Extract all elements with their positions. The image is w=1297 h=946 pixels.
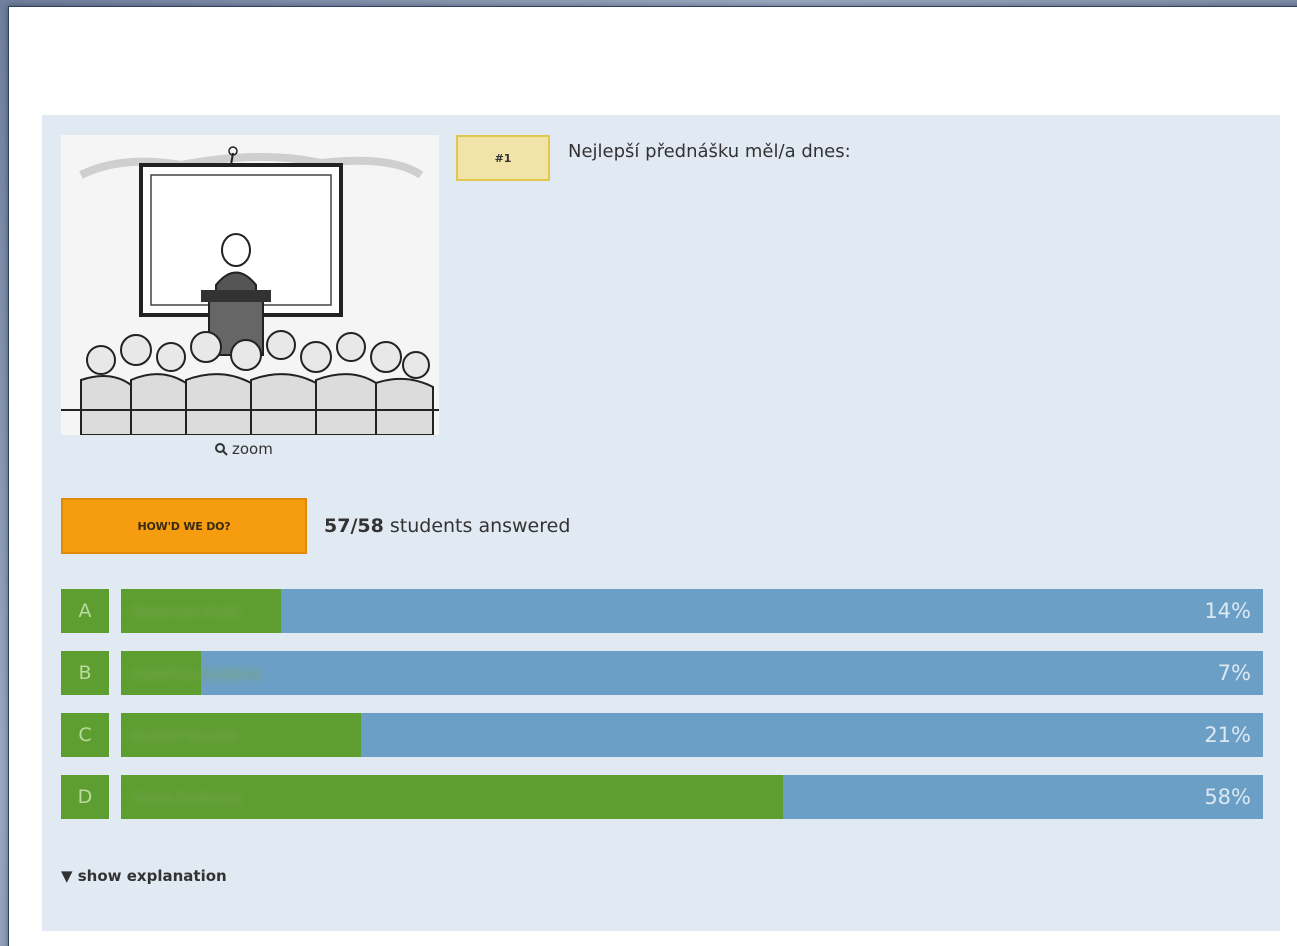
answer-letter: A bbox=[61, 589, 109, 633]
answer-letter: C bbox=[61, 713, 109, 757]
answer-row-b: B Kateřina Kuldová 7% bbox=[61, 651, 1263, 695]
answered-count: 57/58 bbox=[324, 515, 384, 537]
answer-letter: B bbox=[61, 651, 109, 695]
answer-percent: 21% bbox=[1204, 723, 1251, 747]
answer-percent: 14% bbox=[1204, 599, 1251, 623]
question-panel: zoom #1 Nejlepší přednášku měl/a dnes: H… bbox=[42, 115, 1280, 931]
show-explanation-toggle[interactable]: ▼ show explanation bbox=[61, 867, 227, 885]
question-text: Nejlepší přednášku měl/a dnes: bbox=[568, 141, 851, 162]
answer-bar: Radovan Kraļil 14% bbox=[121, 589, 1263, 633]
answered-count-text: 57/58 students answered bbox=[324, 515, 570, 537]
answer-name-blurred: Radovan Kraļil bbox=[133, 603, 242, 621]
zoom-label: zoom bbox=[232, 440, 273, 458]
answer-bar: Hana Svoboda 58% bbox=[121, 775, 1263, 819]
answered-suffix: students answered bbox=[383, 515, 571, 537]
answer-percent: 58% bbox=[1204, 785, 1251, 809]
answer-percent: 7% bbox=[1217, 661, 1251, 685]
answer-name-blurred: Rudolf Doudej bbox=[133, 727, 239, 745]
answer-letter: D bbox=[61, 775, 109, 819]
answer-bar: Rudolf Doudej 21% bbox=[121, 713, 1263, 757]
app-window: zoom #1 Nejlepší přednášku měl/a dnes: H… bbox=[8, 6, 1297, 946]
answer-row-a: A Radovan Kraļil 14% bbox=[61, 589, 1263, 633]
answer-row-c: C Rudolf Doudej 21% bbox=[61, 713, 1263, 757]
answer-name-blurred: Kateřina Kuldová bbox=[133, 665, 261, 683]
lecture-cartoon-image[interactable] bbox=[61, 135, 439, 435]
magnifier-icon bbox=[215, 443, 228, 456]
answer-name-blurred: Hana Svoboda bbox=[133, 789, 242, 807]
question-number-badge: #1 bbox=[456, 135, 550, 181]
cartoon-drawing bbox=[61, 135, 439, 435]
answer-row-d: D Hana Svoboda 58% bbox=[61, 775, 1263, 819]
howd-we-do-button[interactable]: HOW'D WE DO? bbox=[61, 498, 307, 554]
zoom-link[interactable]: zoom bbox=[214, 439, 273, 459]
answer-bar: Kateřina Kuldová 7% bbox=[121, 651, 1263, 695]
